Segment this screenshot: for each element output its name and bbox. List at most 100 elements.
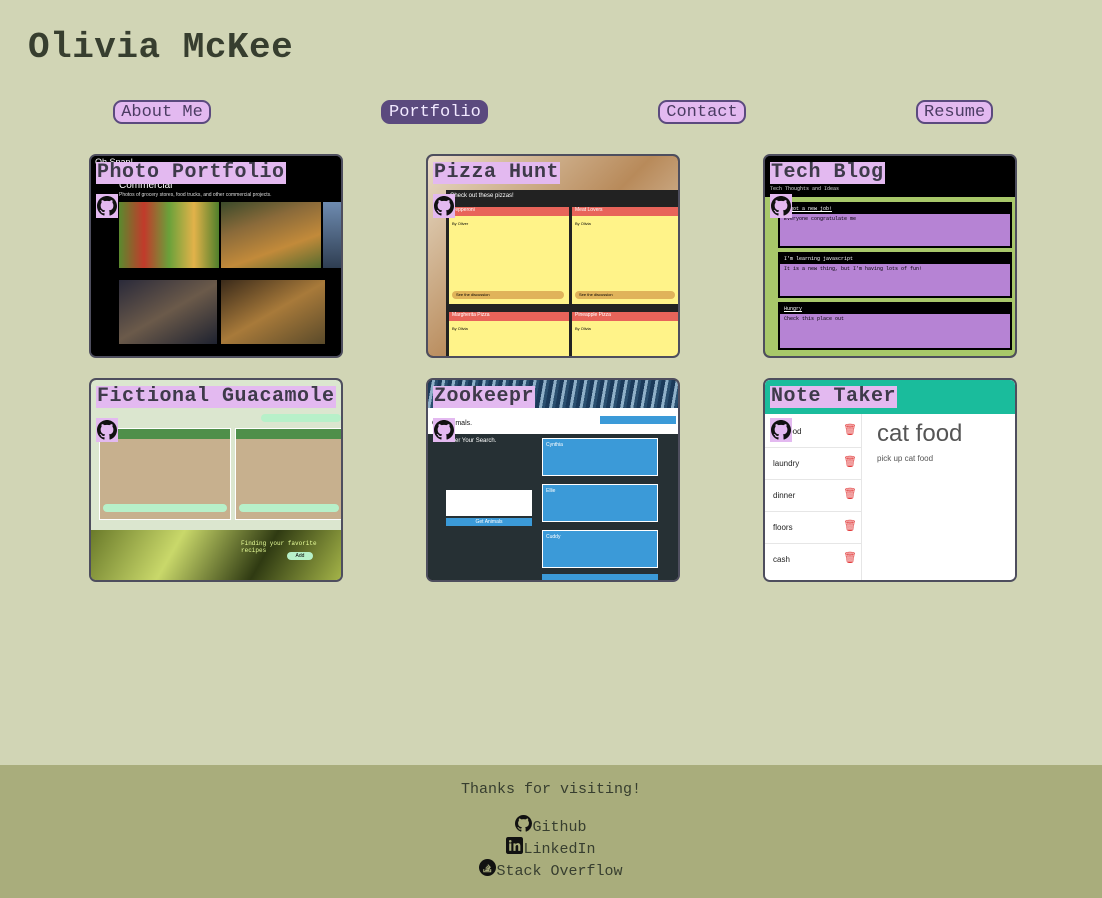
photo-thumbnail bbox=[119, 202, 219, 268]
trash-icon: 🗑 bbox=[843, 456, 857, 468]
pizza-author: By Olivia bbox=[575, 326, 591, 331]
footer-link-label: LinkedIn bbox=[523, 841, 596, 858]
project-title: Pizza Hunt bbox=[433, 161, 561, 184]
pizza-card: Meat Lovers By Olivia See the discussion bbox=[572, 207, 678, 304]
github-icon bbox=[97, 420, 117, 440]
preview-textarea bbox=[446, 490, 532, 516]
github-icon bbox=[771, 196, 791, 216]
project-title: Zookeepr bbox=[433, 385, 536, 408]
nav-portfolio[interactable]: Portfolio bbox=[381, 100, 488, 124]
discussion-button: See the discussion bbox=[575, 291, 675, 299]
project-preview: Tech Thoughts and Ideas I got a new job!… bbox=[765, 156, 1015, 356]
post-body: Check this place out bbox=[784, 316, 845, 322]
site-footer: Thanks for visiting! Github LinkedIn Sta… bbox=[0, 765, 1102, 898]
github-repo-link[interactable] bbox=[770, 194, 792, 218]
github-icon bbox=[97, 196, 117, 216]
recipe-pill bbox=[103, 504, 227, 512]
recipe-card-header bbox=[100, 429, 230, 439]
preview-button: Get Animals bbox=[446, 518, 532, 526]
stack-overflow-icon bbox=[479, 859, 497, 876]
post-title: Hungry bbox=[780, 304, 1010, 314]
linkedin-icon bbox=[506, 837, 524, 854]
pizza-card: Pepperoni By Oliver See the discussion bbox=[449, 207, 569, 304]
animal-card: Cuddy bbox=[542, 530, 658, 568]
animal-card bbox=[542, 574, 658, 580]
project-card-note-taker[interactable]: cat food 🗑 laundry 🗑 dinner 🗑 floors 🗑 c… bbox=[763, 378, 1017, 582]
project-card-tech-blog[interactable]: Tech Thoughts and Ideas I got a new job!… bbox=[763, 154, 1017, 358]
footer-link-stack-overflow[interactable]: Stack Overflow bbox=[0, 859, 1102, 880]
preview-banner: Check out these pizzas! bbox=[450, 193, 514, 199]
blog-subtitle: Tech Thoughts and Ideas bbox=[770, 186, 840, 192]
blog-post: Hungry Check this place out bbox=[778, 302, 1012, 350]
trash-icon: 🗑 bbox=[843, 488, 857, 500]
post-body: Everyone congratulate me bbox=[784, 216, 857, 222]
pizza-name: Meat Lovers bbox=[572, 207, 678, 216]
preview-pill bbox=[261, 414, 341, 422]
note-item-title: laundry bbox=[773, 459, 800, 468]
blog-post: I got a new job! Everyone congratulate m… bbox=[778, 202, 1012, 248]
post-body: It is a new thing, but I'm having lots o… bbox=[784, 266, 923, 272]
project-card-pizza-hunt[interactable]: Check out these pizzas! Pepperoni By Oli… bbox=[426, 154, 680, 358]
github-icon bbox=[434, 196, 454, 216]
note-item-title: floors bbox=[773, 523, 793, 532]
footer-thanks: Thanks for visiting! bbox=[460, 781, 642, 798]
footer-link-github[interactable]: Github bbox=[0, 815, 1102, 836]
project-preview: Finding your favorite recipes Add bbox=[91, 380, 341, 580]
note-item-title: dinner bbox=[773, 491, 796, 500]
active-note-title: cat food bbox=[877, 420, 963, 447]
note-item-title: cash bbox=[773, 555, 790, 564]
pizza-name: Pineapple Pizza bbox=[572, 312, 678, 321]
photo-thumbnail bbox=[221, 280, 325, 344]
pizza-author: By Olivia bbox=[452, 326, 468, 331]
project-card-zookeepr[interactable]: Our Animals. Enter Your Search. Get Anim… bbox=[426, 378, 680, 582]
footer-link-linkedin[interactable]: LinkedIn bbox=[0, 837, 1102, 858]
nav-contact[interactable]: Contact bbox=[658, 100, 746, 124]
post-title: I'm learning javascript bbox=[780, 254, 1010, 264]
github-repo-link[interactable] bbox=[96, 418, 118, 442]
note-item: floors 🗑 bbox=[765, 512, 861, 544]
discussion-button: See the discussion bbox=[452, 291, 564, 299]
recipe-card-header bbox=[236, 429, 341, 439]
blog-post: I'm learning javascript It is a new thin… bbox=[778, 252, 1012, 298]
project-card-fictional-guacamole[interactable]: Finding your favorite recipes Add Fictio… bbox=[89, 378, 343, 582]
nav-resume[interactable]: Resume bbox=[916, 100, 993, 124]
project-title: Note Taker bbox=[770, 385, 898, 408]
preview-nav-pill bbox=[600, 416, 676, 424]
project-preview: Check out these pizzas! Pepperoni By Oli… bbox=[428, 156, 678, 356]
project-title: Photo Portfolio bbox=[96, 161, 286, 184]
post-title: I got a new job! bbox=[780, 204, 1010, 214]
trash-icon: 🗑 bbox=[843, 552, 857, 564]
github-icon bbox=[771, 420, 791, 440]
note-item: laundry 🗑 bbox=[765, 448, 861, 480]
preview-caption: Photos of grocery stores, food trucks, a… bbox=[119, 192, 272, 198]
trash-icon: 🗑 bbox=[843, 424, 857, 436]
preview-divider bbox=[861, 414, 862, 580]
note-item: dinner 🗑 bbox=[765, 480, 861, 512]
photo-thumbnail bbox=[119, 280, 217, 344]
trash-icon: 🗑 bbox=[843, 520, 857, 532]
github-repo-link[interactable] bbox=[433, 194, 455, 218]
github-repo-link[interactable] bbox=[96, 194, 118, 218]
pizza-card: Pineapple Pizza By Olivia bbox=[572, 312, 678, 356]
pizza-author: By Olivia bbox=[575, 221, 591, 226]
footer-link-label: Github bbox=[532, 819, 587, 836]
site-title: Olivia McKee bbox=[28, 27, 294, 68]
github-repo-link[interactable] bbox=[770, 418, 792, 442]
project-preview: Our Animals. Enter Your Search. Get Anim… bbox=[428, 380, 678, 580]
project-title: Fictional Guacamole bbox=[96, 385, 336, 408]
nav-about-me[interactable]: About Me bbox=[113, 100, 211, 124]
github-icon bbox=[515, 815, 533, 832]
photo-thumbnail bbox=[221, 202, 321, 268]
pizza-name: Margherita Pizza bbox=[449, 312, 569, 321]
project-preview: cat food 🗑 laundry 🗑 dinner 🗑 floors 🗑 c… bbox=[765, 380, 1015, 580]
recipe-pill bbox=[239, 504, 339, 512]
animal-card: Cynthia bbox=[542, 438, 658, 476]
pizza-card: Margherita Pizza By Olivia bbox=[449, 312, 569, 356]
photo-thumbnail bbox=[323, 202, 341, 268]
pizza-author: By Oliver bbox=[452, 221, 469, 226]
project-preview: Oh Snap! Commercial Photos of grocery st… bbox=[91, 156, 341, 356]
active-note-text: pick up cat food bbox=[877, 454, 934, 463]
project-card-photo-portfolio[interactable]: Oh Snap! Commercial Photos of grocery st… bbox=[89, 154, 343, 358]
github-icon bbox=[434, 420, 454, 440]
github-repo-link[interactable] bbox=[433, 418, 455, 442]
